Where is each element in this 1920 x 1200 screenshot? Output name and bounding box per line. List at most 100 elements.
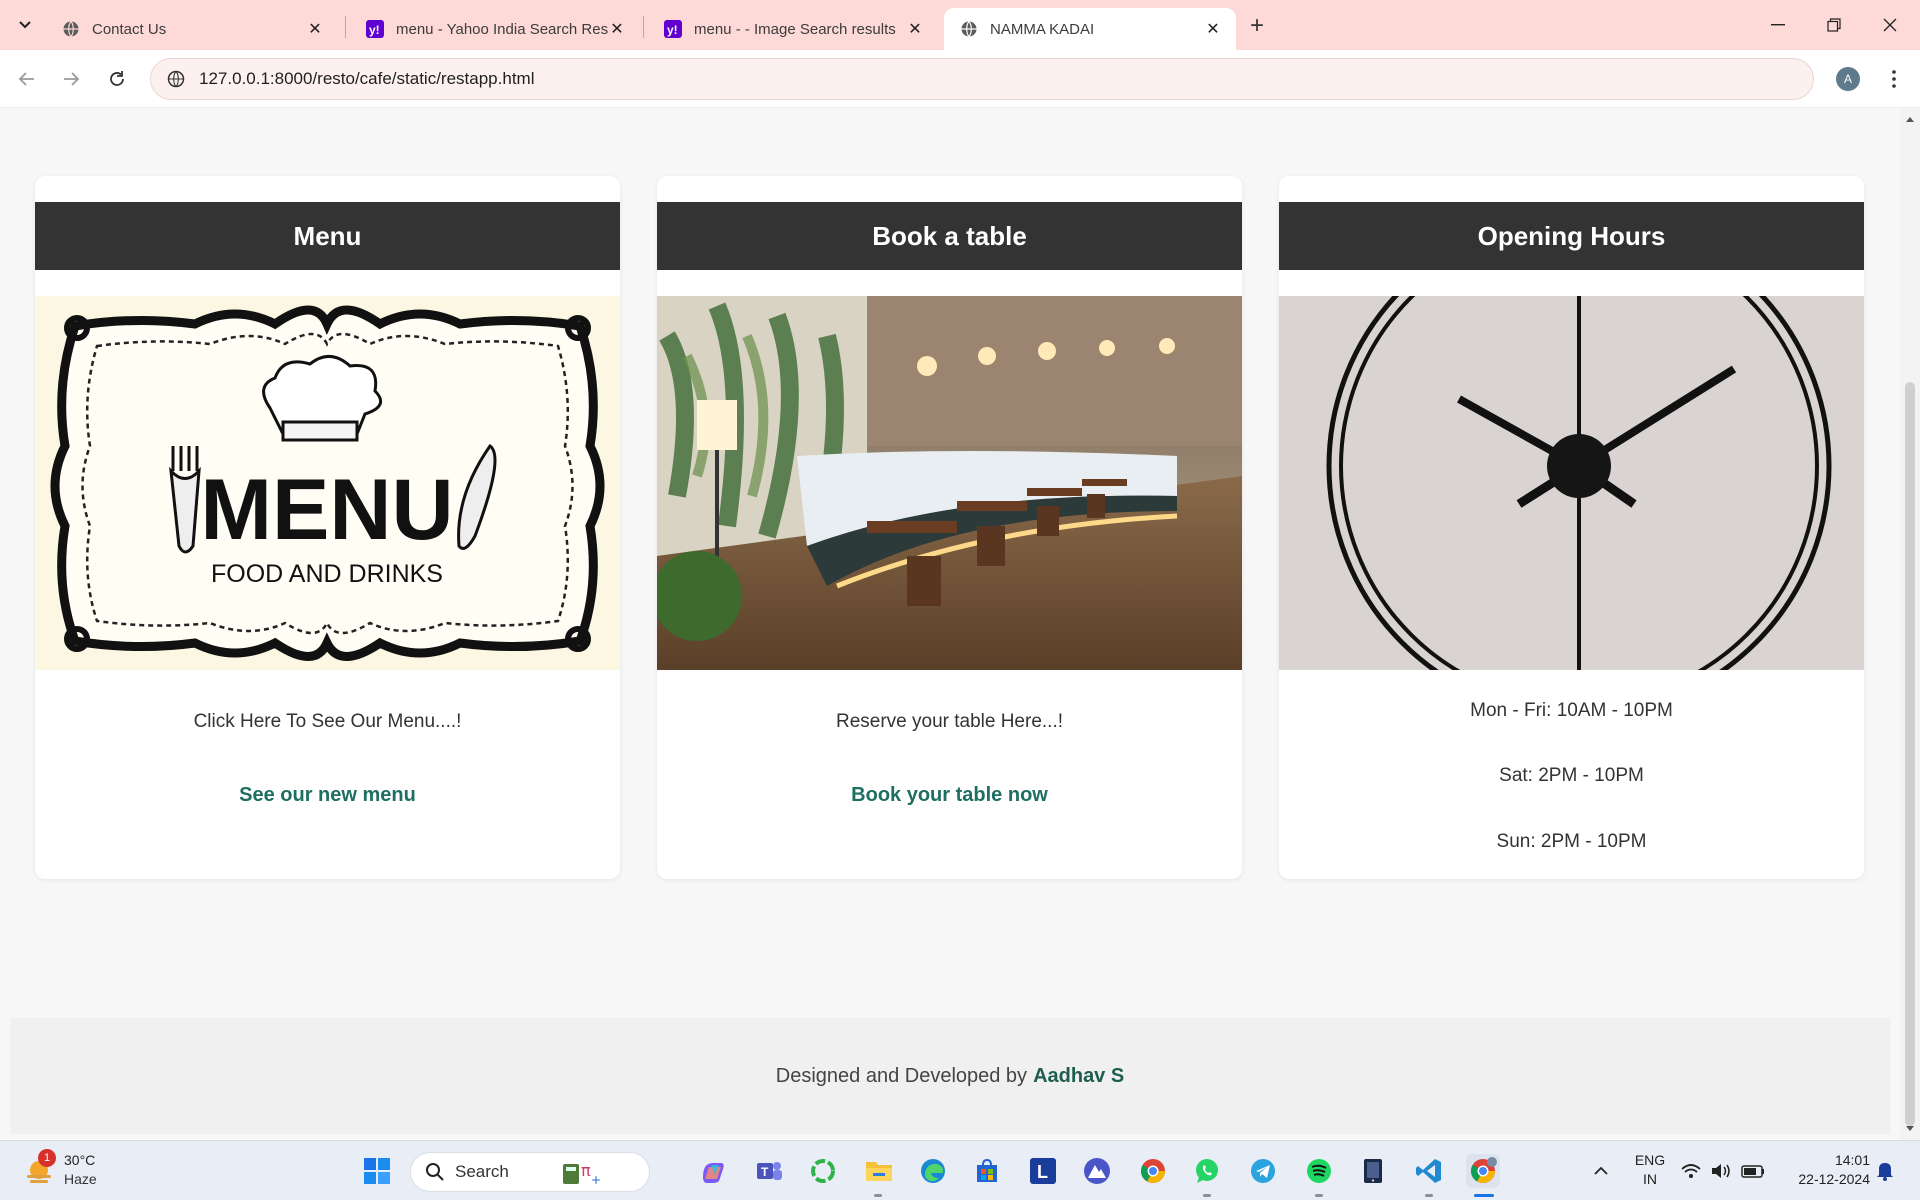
scroll-down-icon[interactable] [1905, 1124, 1915, 1134]
search-label: Search [455, 1162, 509, 1181]
spotify-icon[interactable] [1302, 1154, 1336, 1188]
menu-image-word: MENU [200, 462, 453, 558]
notification-bell-icon[interactable] [1870, 1154, 1900, 1188]
close-icon[interactable]: ✕ [906, 20, 924, 38]
close-icon [1883, 18, 1897, 32]
minimize-button[interactable] [1758, 10, 1798, 40]
profile-avatar[interactable]: A [1836, 67, 1860, 91]
chrome-icon[interactable] [1136, 1154, 1170, 1188]
footer-text: Designed and Developed by [775, 1064, 1028, 1087]
close-icon[interactable]: ✕ [608, 20, 626, 38]
scroll-up-icon[interactable] [1905, 114, 1915, 124]
taskbar-search[interactable]: Search π + [410, 1152, 650, 1192]
tab-strip: Contact Us ✕ y! menu - Yahoo India Searc… [0, 0, 1920, 50]
hours-weekdays: Mon - Fri: 10AM - 10PM [1470, 700, 1673, 721]
url-text[interactable]: 127.0.0.1:8000/resto/cafe/static/restapp… [199, 69, 534, 89]
svg-text:π: π [581, 1161, 591, 1180]
tab-image-search[interactable]: y! menu - - Image Search results ✕ [648, 8, 938, 50]
clock[interactable]: 14:01 22-12-2024 [1776, 1152, 1870, 1187]
active-indicator [1474, 1194, 1494, 1197]
mountain-app-icon[interactable] [1080, 1154, 1114, 1188]
whatsapp-icon[interactable] [1190, 1154, 1224, 1188]
battery-icon [1741, 1165, 1764, 1178]
edge-icon[interactable] [916, 1154, 950, 1188]
clock-time: 14:01 [1834, 1152, 1870, 1168]
close-icon[interactable]: ✕ [306, 20, 324, 38]
page-viewport: Menu MENU FOOD AND DRINKS Click Here To … [0, 108, 1900, 1140]
weather-widget[interactable]: 1 30°C Haze [22, 1149, 112, 1193]
menu-image[interactable]: MENU FOOD AND DRINKS [35, 296, 620, 670]
wifi-icon [1681, 1164, 1701, 1178]
reload-button[interactable] [102, 64, 132, 94]
forward-button[interactable] [56, 64, 86, 94]
weather-condition: Haze [64, 1171, 97, 1187]
card-description: Reserve your table Here...! [835, 711, 1064, 732]
svg-text:L: L [1037, 1162, 1048, 1182]
tab-yahoo-search[interactable]: y! menu - Yahoo India Search Results ✕ [350, 8, 640, 50]
scrollbar-thumb[interactable] [1905, 382, 1915, 1126]
device-app-icon[interactable] [1356, 1154, 1390, 1188]
windows-logo-icon [364, 1158, 390, 1184]
see-menu-link[interactable]: See our new menu [35, 784, 620, 807]
yahoo-icon: y! [366, 20, 384, 38]
menu-card: Menu MENU FOOD AND DRINKS Click Here To … [35, 176, 620, 879]
page-scrollbar[interactable] [1900, 108, 1920, 1140]
tab-divider [643, 16, 644, 38]
clock-image [1279, 296, 1864, 670]
telegram-icon[interactable] [1246, 1154, 1280, 1188]
search-icon [426, 1163, 444, 1181]
tab-namma-kadai[interactable]: NAMMA KADAI ✕ [944, 8, 1236, 50]
arrow-right-icon [64, 72, 80, 86]
chevron-down-icon [19, 21, 31, 29]
close-icon[interactable]: ✕ [1204, 20, 1222, 38]
hours-saturday: Sat: 2PM - 10PM [1499, 765, 1644, 786]
tab-title: menu - Yahoo India Search Results [396, 20, 608, 38]
globe-icon [961, 21, 977, 37]
store-icon[interactable] [970, 1154, 1004, 1188]
book-table-link[interactable]: Book your table now [657, 784, 1242, 807]
address-bar[interactable]: 127.0.0.1:8000/resto/cafe/static/restapp… [150, 58, 1814, 100]
tab-search-button[interactable] [10, 10, 40, 40]
circle-app-icon[interactable] [806, 1154, 840, 1188]
restaurant-photo[interactable] [657, 296, 1242, 670]
calculator-pi-icon: π + [562, 1161, 601, 1186]
back-button[interactable] [12, 64, 42, 94]
tab-title: menu - - Image Search results [694, 20, 896, 38]
file-explorer-icon[interactable] [862, 1154, 896, 1188]
svg-text:y!: y! [667, 23, 678, 37]
running-indicator [874, 1194, 882, 1197]
card-heading: Opening Hours [1279, 202, 1864, 270]
chevron-up-icon[interactable] [1584, 1154, 1618, 1188]
running-indicator [1315, 1194, 1323, 1197]
svg-text:T: T [761, 1165, 769, 1179]
more-vertical-icon [1892, 70, 1896, 88]
card-heading: Book a table [657, 202, 1242, 270]
weather-temp: 30°C [64, 1152, 96, 1168]
chrome-active-icon[interactable] [1466, 1154, 1500, 1188]
l-app-icon[interactable]: L [1026, 1154, 1060, 1188]
site-info-icon[interactable] [165, 68, 187, 90]
tab-contact-us[interactable]: Contact Us ✕ [46, 8, 338, 50]
region-code: IN [1643, 1171, 1657, 1187]
reload-icon [110, 71, 124, 86]
arrow-left-icon [18, 72, 34, 86]
vscode-icon[interactable] [1412, 1154, 1446, 1188]
volume-icon [1712, 1164, 1730, 1178]
browser-toolbar: 127.0.0.1:8000/resto/cafe/static/restapp… [0, 50, 1920, 108]
hours-sunday: Sun: 2PM - 10PM [1496, 831, 1647, 852]
teams-icon[interactable]: T [752, 1154, 786, 1188]
restore-button[interactable] [1814, 10, 1854, 40]
system-tray-icons[interactable] [1680, 1154, 1770, 1188]
window-close-button[interactable] [1870, 10, 1910, 40]
yahoo-icon: y! [664, 20, 682, 38]
start-button[interactable] [360, 1154, 394, 1188]
copilot-icon[interactable] [696, 1154, 730, 1188]
language-indicator[interactable]: ENG IN [1630, 1152, 1670, 1187]
svg-text:+: + [591, 1173, 601, 1186]
tab-title: Contact Us [92, 20, 167, 38]
tab-title: NAMMA KADAI [990, 20, 1095, 38]
menu-image-subtext: FOOD AND DRINKS [211, 560, 443, 588]
browser-menu-button[interactable] [1884, 66, 1904, 92]
new-tab-button[interactable]: + [1243, 12, 1271, 40]
card-heading: Menu [35, 202, 620, 270]
